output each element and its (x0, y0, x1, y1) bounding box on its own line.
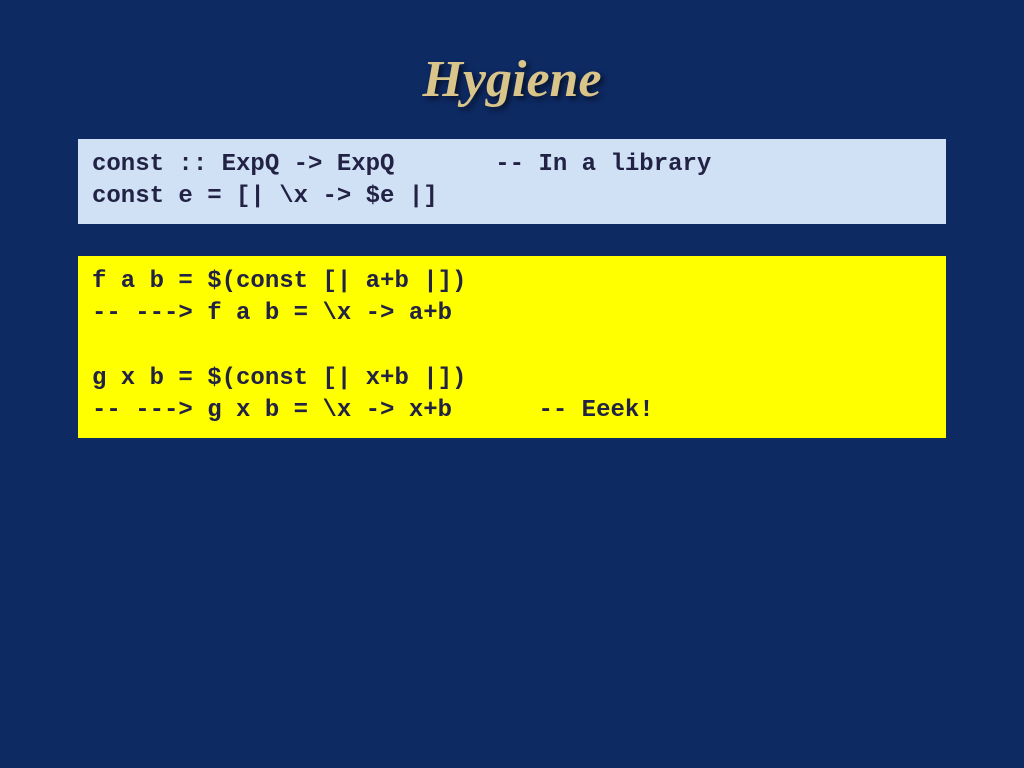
code-line: const e = [| \x -> $e |] (92, 183, 438, 210)
code-line: const :: ExpQ -> ExpQ -- In a library (92, 151, 711, 178)
code-line: -- ---> f a b = \x -> a+b (92, 300, 452, 327)
code-line: f a b = $(const [| a+b |]) (92, 268, 466, 295)
code-block-example: f a b = $(const [| a+b |]) -- ---> f a b… (78, 256, 946, 438)
code-block-library: const :: ExpQ -> ExpQ -- In a library co… (78, 139, 946, 224)
slide-title: Hygiene (0, 0, 1024, 139)
code-line: -- ---> g x b = \x -> x+b -- Eeek! (92, 397, 654, 424)
code-line: g x b = $(const [| x+b |]) (92, 365, 466, 392)
